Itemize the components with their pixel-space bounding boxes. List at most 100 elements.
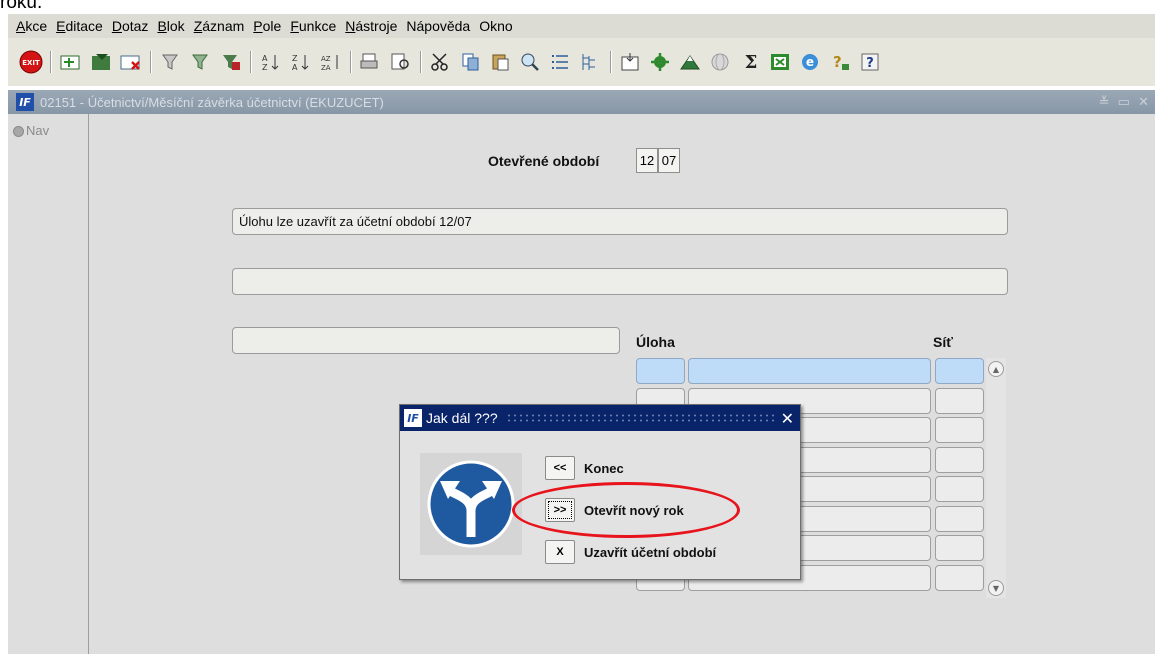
menu-pole-key: P (253, 18, 263, 34)
toolbar-separator (50, 51, 52, 73)
dialog-title-bar[interactable]: IF Jak dál ??? ✕ (400, 405, 800, 431)
svg-text:Z: Z (292, 54, 298, 63)
query-run-icon[interactable] (188, 49, 214, 75)
dialog-drag-grip[interactable] (505, 413, 775, 423)
menu-nastroje[interactable]: Nástroje (345, 18, 397, 34)
grid-cell-net[interactable] (935, 476, 984, 502)
direction-sign-icon (420, 453, 522, 555)
period-label: Otevřené období (488, 153, 600, 169)
toolbar-separator (420, 51, 422, 73)
menu-blok-key: B (157, 18, 167, 34)
close-period-label: Uzavřít účetní období (584, 545, 717, 560)
period-month-field[interactable]: 12 (636, 148, 658, 173)
list-icon[interactable] (548, 49, 574, 75)
grid-cell-net[interactable] (935, 506, 984, 532)
konec-button[interactable]: << (545, 456, 575, 480)
menu-nastroje-rest: ástroje (355, 18, 398, 34)
menu-nastroje-key: N (345, 18, 356, 34)
message-field-1[interactable]: Úlohu lze uzavřít za účetní období 12/07 (232, 208, 1008, 235)
menu-akce-rest: kce (25, 18, 48, 34)
menu-pole-rest: ole (262, 18, 282, 34)
menu-pole[interactable]: Pole (253, 18, 281, 34)
print-icon[interactable] (358, 49, 384, 75)
menu-bar: Akce Editace Dotaz Blok Záznam Pole Funk… (8, 14, 1155, 38)
grid-cell-net[interactable] (935, 535, 984, 561)
delete-record-icon[interactable] (118, 49, 144, 75)
menu-dotaz-rest: otaz (121, 18, 149, 34)
grid-cell-net[interactable] (935, 358, 984, 384)
globe-icon[interactable] (708, 49, 734, 75)
menu-dotaz[interactable]: Dotaz (112, 18, 149, 34)
svg-text:ZA: ZA (321, 64, 331, 72)
grid-cell-net[interactable] (935, 447, 984, 473)
message-field-2[interactable] (232, 268, 1008, 295)
menu-editace[interactable]: Editace (56, 18, 103, 34)
svg-text:?: ? (866, 56, 874, 71)
period-year-field[interactable]: 07 (658, 148, 680, 173)
query-icon[interactable] (158, 49, 184, 75)
menu-blok-rest: lok (166, 18, 185, 34)
menu-zaznam[interactable]: Záznam (194, 18, 245, 34)
toolbar-separator (250, 51, 252, 73)
print-preview-icon[interactable] (388, 49, 414, 75)
menu-akce[interactable]: Akce (16, 18, 47, 34)
grid-cell-col1[interactable] (636, 358, 685, 384)
menu-editace-rest: ditace (65, 18, 103, 34)
copy-icon[interactable] (458, 49, 484, 75)
tree-icon[interactable] (578, 49, 604, 75)
new-record-icon[interactable] (58, 49, 84, 75)
dialog-logo-icon: IF (404, 409, 422, 427)
column-header-net: Síť (933, 334, 953, 350)
cut-icon[interactable] (428, 49, 454, 75)
excel-icon[interactable] (768, 49, 794, 75)
sum-icon[interactable]: Σ (738, 49, 764, 75)
toolbar: EXIT AZ ZA AZ ZA Σ e ? ? (8, 38, 1155, 86)
close-period-button[interactable]: X (545, 540, 575, 564)
menu-okno[interactable]: Okno (479, 18, 512, 34)
mountain-icon[interactable] (678, 49, 704, 75)
dialog-close-icon[interactable]: ✕ (781, 409, 794, 428)
svg-text:Z: Z (262, 63, 268, 72)
toolbar-separator (150, 51, 152, 73)
app-logo-icon: IF (16, 93, 34, 111)
toolbar-separator (350, 51, 352, 73)
window-title: 02151 - Účetnictví/Měsíční závěrka účetn… (40, 94, 384, 110)
exit-icon[interactable]: EXIT (18, 49, 44, 75)
svg-text:A: A (292, 63, 298, 72)
settings-icon[interactable] (648, 49, 674, 75)
menu-funkce[interactable]: Funkce (290, 18, 336, 34)
sort-desc-icon[interactable]: ZA (288, 49, 314, 75)
dialog-title: Jak dál ??? (426, 410, 498, 426)
menu-blok[interactable]: Blok (157, 18, 184, 34)
svg-text:e: e (806, 55, 814, 69)
grid-cell-task[interactable] (688, 358, 931, 384)
svg-text:A: A (262, 54, 268, 63)
column-header-task: Úloha (636, 334, 675, 350)
nav-radio[interactable] (13, 126, 24, 137)
help-icon[interactable]: ? (858, 49, 884, 75)
svg-text:?: ? (833, 53, 842, 71)
browser-icon[interactable]: e (798, 49, 824, 75)
scroll-down-icon[interactable]: ▼ (988, 580, 1004, 596)
top-text: roku. (0, 0, 43, 13)
search-icon[interactable] (518, 49, 544, 75)
menu-zaznam-rest: áznam (202, 18, 245, 34)
nav-panel: Nav (8, 114, 89, 654)
scroll-up-icon[interactable]: ▲ (988, 361, 1004, 377)
sort-multi-icon[interactable]: AZ ZA (318, 49, 344, 75)
grid-cell-net[interactable] (935, 388, 984, 414)
grid-scrollbar[interactable]: ▲ ▼ (986, 358, 1006, 598)
grid-cell-net[interactable] (935, 565, 984, 591)
help-topic-icon[interactable]: ? (828, 49, 854, 75)
query-cancel-icon[interactable] (218, 49, 244, 75)
menu-napoveda[interactable]: Nápověda (406, 18, 470, 34)
message-field-3[interactable] (232, 327, 620, 354)
konec-label: Konec (584, 461, 624, 476)
paste-icon[interactable] (488, 49, 514, 75)
grid-cell-net[interactable] (935, 417, 984, 443)
toolbar-separator (610, 51, 612, 73)
window-controls[interactable]: ≚ ▭ ✕ (1099, 95, 1151, 110)
save-record-icon[interactable] (88, 49, 114, 75)
export-icon[interactable] (618, 49, 644, 75)
sort-asc-icon[interactable]: AZ (258, 49, 284, 75)
